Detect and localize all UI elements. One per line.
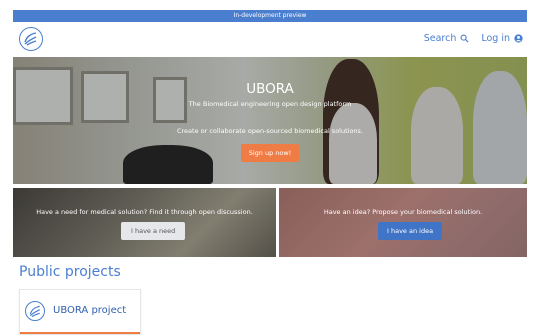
project-card[interactable]: UBORA project	[19, 289, 141, 335]
idea-panel: Have an idea? Propose your biomedical so…	[279, 188, 527, 257]
need-panel: Have a need for medical solution? Find i…	[13, 188, 276, 257]
have-idea-button[interactable]: I have an idea	[378, 222, 443, 240]
public-projects-heading: Public projects	[19, 264, 121, 280]
hero-tagline: Create or collaborate open-sourced biome…	[176, 127, 364, 135]
project-card-title[interactable]: UBORA project	[53, 305, 126, 316]
project-card-accent	[20, 332, 140, 334]
hero-subtitle: The Biomedical engineering open design p…	[188, 100, 352, 108]
search-link[interactable]: Search	[424, 33, 457, 44]
card-logo-graphic	[29, 305, 40, 318]
have-need-button[interactable]: I have a need	[121, 222, 186, 240]
need-panel-text: Have a need for medical solution? Find i…	[36, 208, 253, 216]
preview-banner: In-development preview	[13, 10, 527, 22]
ubora-logo-icon[interactable]	[19, 27, 43, 51]
search-icon[interactable]	[460, 34, 469, 43]
ubora-logo-icon	[25, 301, 45, 321]
login-link[interactable]: Log in	[481, 33, 510, 44]
top-navbar: Search Log in	[13, 24, 527, 54]
idea-panel-text: Have an idea? Propose your biomedical so…	[323, 208, 483, 216]
ubora-logo-graphic	[24, 32, 37, 46]
preview-banner-text: In-development preview	[233, 12, 307, 19]
hero-banner: UBORA The Biomedical engineering open de…	[13, 57, 527, 184]
hero-title: UBORA	[246, 81, 294, 97]
user-circle-icon[interactable]	[514, 34, 523, 43]
signup-button[interactable]: Sign up now!	[240, 144, 300, 162]
